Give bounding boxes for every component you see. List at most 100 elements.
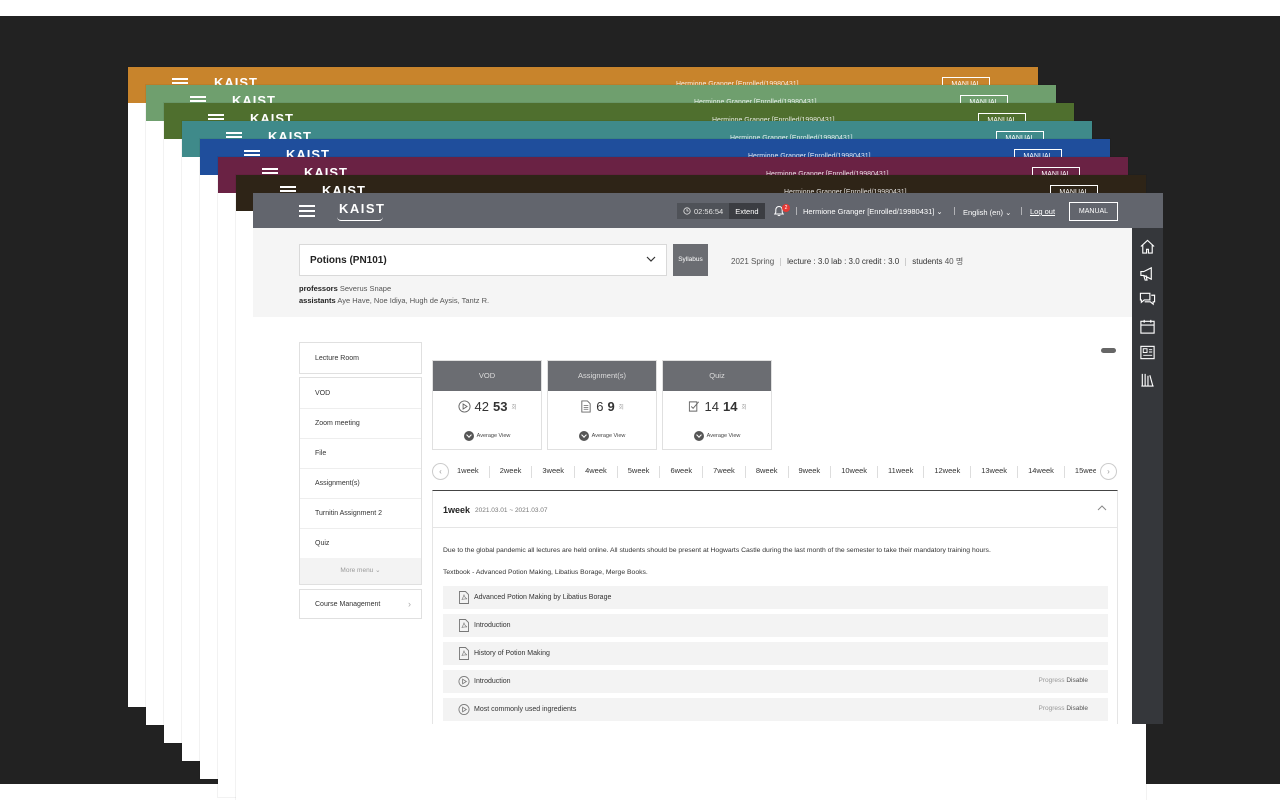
chevron-down-circle-icon xyxy=(578,431,589,441)
average-view-link[interactable]: Average View xyxy=(433,431,541,441)
stat-count: 6 xyxy=(596,399,604,414)
kaist-logo[interactable]: KAIST xyxy=(337,201,386,221)
menu-item[interactable]: VOD xyxy=(300,378,421,408)
stat-title: VOD xyxy=(433,361,541,391)
resource-item[interactable]: Advanced Potion Making by Libatius Borag… xyxy=(443,586,1108,609)
divider xyxy=(954,207,955,215)
course-staff: professors Severus Snape assistants Aye … xyxy=(299,283,489,307)
menu-list: VOD Zoom meeting File Assignment(s) Turnitin… xyxy=(299,377,422,585)
chevron-down-circle-icon xyxy=(693,431,704,441)
course-name: Potions (PN101) xyxy=(310,254,387,266)
board-icon[interactable] xyxy=(1139,344,1156,361)
calendar-icon[interactable] xyxy=(1139,318,1156,335)
week-prev-button[interactable]: ‹ xyxy=(432,463,449,480)
menu-item[interactable]: Turnitin Assignment 2 xyxy=(300,498,421,528)
week-tab[interactable]: 2week xyxy=(488,466,532,478)
resource-item[interactable]: History of Potion Making xyxy=(443,642,1108,665)
more-menu-button[interactable]: More menu ⌄ xyxy=(300,558,421,584)
assistants: Aye Have, Noe Idiya, Hugh de Aysis, Tant… xyxy=(337,296,490,305)
stat-card[interactable]: Quiz 14 14 회 Average View xyxy=(662,360,772,450)
stat-total: 53 xyxy=(492,399,508,414)
week-tabs: ‹ 1week 2week 3week 4week 5week 6week 7week 8we… xyxy=(432,463,1119,480)
course-info: Potions (PN101) Syllabus 2021 Spring lec… xyxy=(253,228,1132,317)
week-tab[interactable]: 11week xyxy=(877,466,923,478)
chevron-right-icon: › xyxy=(408,599,411,609)
chevron-up-icon[interactable] xyxy=(1097,503,1107,513)
week-tab[interactable]: 3week xyxy=(531,466,574,478)
pdf-file-icon xyxy=(459,591,469,604)
course-credits: lecture : 3.0 lab : 3.0 credit : 3.0 xyxy=(787,257,900,266)
week-tab[interactable]: 9week xyxy=(787,466,831,478)
stat-card[interactable]: VOD 42 53 회 Average View xyxy=(432,360,542,450)
scroll-indicator[interactable] xyxy=(1101,348,1116,353)
week-tab[interactable]: 12week xyxy=(923,466,970,478)
manual-button[interactable]: MANUAL xyxy=(1069,202,1118,221)
resource-item[interactable]: Introduction xyxy=(443,614,1108,637)
menu-item[interactable]: File xyxy=(300,438,421,468)
library-icon[interactable] xyxy=(1139,371,1156,388)
play-circle-icon xyxy=(458,676,470,687)
stat-value: 69회 xyxy=(548,399,656,414)
quiz-icon xyxy=(688,401,699,412)
week-tab[interactable]: 4week xyxy=(574,466,617,478)
play-circle-icon xyxy=(458,704,470,715)
stat-unit: 회 xyxy=(618,404,624,411)
professors-label: professors xyxy=(299,284,338,293)
user-menu[interactable]: Hermione Granger [Enrolled/19980431] ⌄ xyxy=(803,207,943,216)
average-view-link[interactable]: Average View xyxy=(548,431,656,441)
students-label: students xyxy=(912,257,943,266)
menu-item[interactable]: Zoom meeting xyxy=(300,408,421,438)
megaphone-icon[interactable] xyxy=(1139,265,1156,282)
average-view-label: Average View xyxy=(591,433,626,439)
divider xyxy=(1021,207,1022,215)
week-tab[interactable]: 8week xyxy=(744,466,788,478)
course-select[interactable]: Potions (PN101) xyxy=(299,244,667,276)
language-label: English (en) xyxy=(963,208,1004,217)
week-tab[interactable]: 1week xyxy=(454,466,489,478)
course-management-link[interactable]: Course Management › xyxy=(299,589,422,619)
resource-label: Most commonly used ingredients xyxy=(474,706,577,713)
week-tab[interactable]: 6week xyxy=(659,466,702,478)
right-quick-menu xyxy=(1132,228,1163,724)
week-tab[interactable]: 14week xyxy=(1017,466,1064,478)
week-next-button[interactable]: › xyxy=(1100,463,1117,480)
stat-count: 42 xyxy=(474,399,489,414)
week-tab[interactable]: 5week xyxy=(616,466,660,478)
logout-link[interactable]: Log out xyxy=(1030,207,1055,216)
stat-card[interactable]: Assignment(s) 6 9 회 Average View xyxy=(547,360,657,450)
stat-title: Assignment(s) xyxy=(548,361,656,391)
week-panel: 1week 2021.03.01 ~ 2021.03.07 Due to the… xyxy=(432,490,1118,724)
chat-icon[interactable] xyxy=(1139,291,1156,308)
week-tab[interactable]: 13week xyxy=(970,466,1017,478)
average-view-link[interactable]: Average View xyxy=(663,431,771,441)
professors: Severus Snape xyxy=(339,284,392,293)
menu-item[interactable]: Assignment(s) xyxy=(300,468,421,498)
menu-lecture-room[interactable]: Lecture Room xyxy=(300,343,421,373)
resource-item[interactable]: Most commonly used ingredients Progress D… xyxy=(443,698,1108,721)
week-tab[interactable]: 7week xyxy=(702,466,745,478)
week-textbook: Textbook - Advanced Potion Making, Libat… xyxy=(443,569,648,576)
menu-item[interactable]: Quiz xyxy=(300,528,421,558)
home-icon[interactable] xyxy=(1139,238,1156,255)
more-menu-label: More menu xyxy=(340,567,374,574)
assistants-label: assistants xyxy=(299,296,336,305)
menu-icon[interactable] xyxy=(299,205,315,217)
extend-button[interactable]: Extend xyxy=(729,203,765,219)
timer-display: 02:56:54 xyxy=(677,203,730,219)
week-description: Due to the global pandemic all lectures … xyxy=(443,547,991,554)
stat-value: 42 53 회 xyxy=(433,399,541,414)
resource-progress: Progress Disable xyxy=(1038,705,1088,712)
resource-label: Introduction xyxy=(474,678,511,685)
week-tab[interactable]: 10week xyxy=(830,466,877,478)
syllabus-button[interactable]: Syllabus xyxy=(673,244,708,276)
language-select[interactable]: English (en) ⌄ xyxy=(963,208,1011,217)
session-timer: 02:56:54 Extend xyxy=(677,203,765,219)
resource-item[interactable]: Introduction Progress Disable xyxy=(443,670,1108,693)
course-management-label: Course Management xyxy=(315,600,381,608)
lecture-room-box: Lecture Room xyxy=(299,342,422,374)
resource-progress: Progress Disable xyxy=(1038,677,1088,684)
week-panel-header[interactable]: 1week 2021.03.01 ~ 2021.03.07 xyxy=(433,491,1117,528)
week-tab[interactable]: 15week xyxy=(1063,466,1096,478)
play-circle-icon xyxy=(457,400,471,413)
average-view-label: Average View xyxy=(476,433,511,439)
